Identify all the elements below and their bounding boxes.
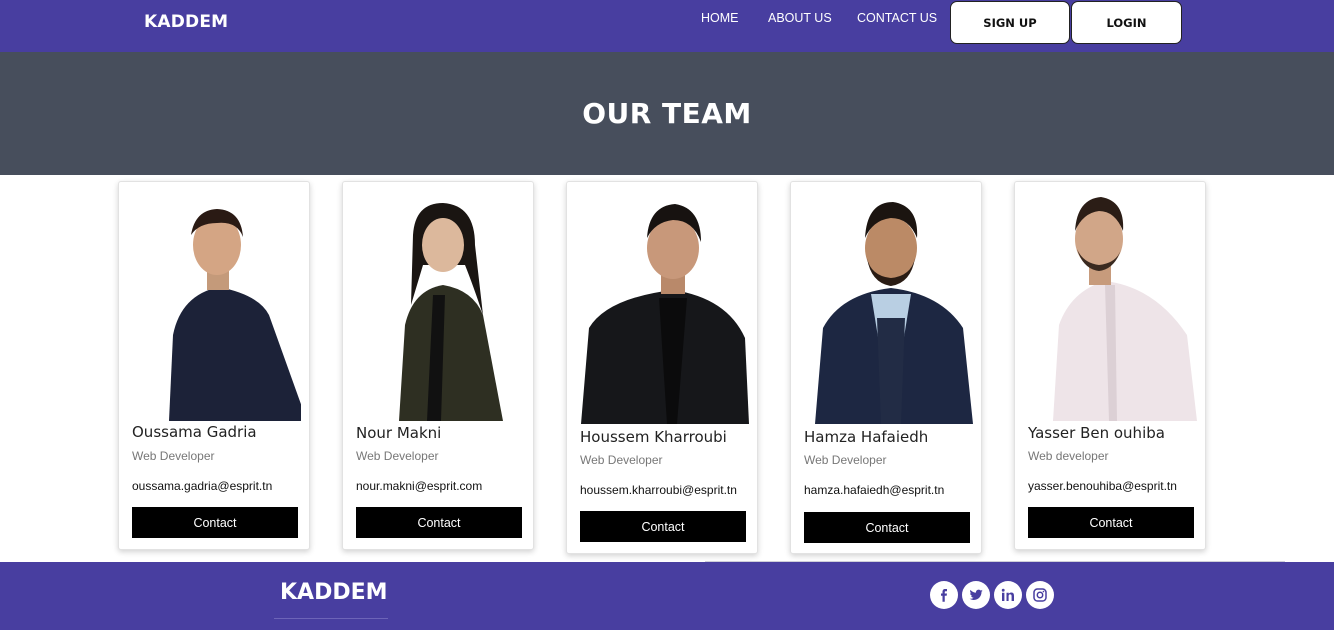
contact-button[interactable]: Contact xyxy=(1028,507,1194,538)
team-member-photo xyxy=(129,195,301,421)
footer: KADDEM xyxy=(0,562,1334,630)
contact-button[interactable]: Contact xyxy=(580,511,746,542)
team-member-photo xyxy=(577,198,749,424)
instagram-icon[interactable] xyxy=(1026,581,1054,609)
team-member-email: yasser.benouhiba@esprit.tn xyxy=(1028,479,1177,493)
team-member-name: Yasser Ben ouhiba xyxy=(1028,424,1165,442)
nav-contact-us[interactable]: CONTACT US xyxy=(857,11,937,25)
team-member-role: Web Developer xyxy=(804,453,887,467)
team-member-email: houssem.kharroubi@esprit.tn xyxy=(580,483,737,497)
team-member-role: Web Developer xyxy=(356,449,439,463)
page-title: OUR TEAM xyxy=(582,97,752,130)
team-member-name: Hamza Hafaiedh xyxy=(804,428,929,446)
login-button[interactable]: LOGIN xyxy=(1071,1,1182,44)
contact-button[interactable]: Contact xyxy=(804,512,970,543)
contact-button[interactable]: Contact xyxy=(132,507,298,538)
twitter-icon[interactable] xyxy=(962,581,990,609)
linkedin-icon[interactable] xyxy=(994,581,1022,609)
team-card: Hamza Hafaiedh Web Developer hamza.hafai… xyxy=(790,181,982,554)
team-card: Oussama Gadria Web Developer oussama.gad… xyxy=(118,181,310,550)
facebook-icon[interactable] xyxy=(930,581,958,609)
team-member-email: nour.makni@esprit.com xyxy=(356,479,483,493)
nav-about-us[interactable]: ABOUT US xyxy=(768,11,832,25)
nav-home[interactable]: HOME xyxy=(701,11,739,25)
signup-button[interactable]: SIGN UP xyxy=(950,1,1070,44)
team-member-role: Web developer xyxy=(1028,449,1109,463)
team-member-email: oussama.gadria@esprit.tn xyxy=(132,479,273,493)
team-member-photo xyxy=(801,198,973,424)
team-member-email: hamza.hafaiedh@esprit.tn xyxy=(804,483,945,497)
footer-brand: KADDEM xyxy=(280,580,388,605)
team-member-role: Web Developer xyxy=(580,453,663,467)
team-member-role: Web Developer xyxy=(132,449,215,463)
brand-logo[interactable]: KADDEM xyxy=(144,12,228,32)
team-card: Nour Makni Web Developer nour.makni@espr… xyxy=(342,181,534,550)
contact-button[interactable]: Contact xyxy=(356,507,522,538)
team-member-name: Oussama Gadria xyxy=(132,423,257,441)
team-member-name: Houssem Kharroubi xyxy=(580,428,727,446)
team-member-photo xyxy=(353,195,525,421)
team-member-photo xyxy=(1025,195,1197,421)
team-member-name: Nour Makni xyxy=(356,424,442,442)
team-card: Houssem Kharroubi Web Developer houssem.… xyxy=(566,181,758,554)
hero-banner: OUR TEAM xyxy=(0,52,1334,175)
team-card: Yasser Ben ouhiba Web developer yasser.b… xyxy=(1014,181,1206,550)
footer-underline xyxy=(274,618,388,619)
navbar: KADDEM HOME ABOUT US CONTACT US SIGN UP … xyxy=(0,0,1334,52)
